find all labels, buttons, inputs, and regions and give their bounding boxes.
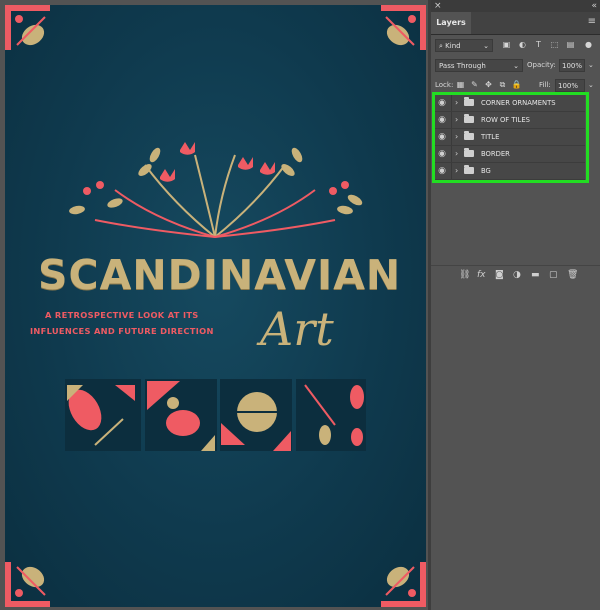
panel-menu-icon[interactable]: ≡: [588, 16, 596, 27]
chevron-down-icon[interactable]: ⌄: [588, 79, 594, 92]
blend-row: Pass Through ⌄ Opacity: 100% ⌄: [431, 58, 600, 74]
panel-titlebar: × «: [431, 0, 600, 12]
fill-label: Fill:: [539, 81, 551, 89]
mask-icon[interactable]: ◙: [495, 270, 504, 280]
corner-ornament-bottom-right: [381, 562, 426, 607]
filter-row: ⌕ Kind ⌄ ▣ ◐ T ⬚ ▤ ●: [431, 38, 600, 54]
filter-kind-select[interactable]: ⌕ Kind ⌄: [435, 39, 493, 52]
panel-tabbar: Layers ≡: [431, 12, 600, 35]
poster-artwork: SCANDINAVIAN A RETROSPECTIVE LOOK AT ITS…: [5, 5, 426, 607]
poster-subtitle-line1: A RETROSPECTIVE LOOK AT ITS: [45, 310, 199, 320]
corner-ornament-top-right: [381, 5, 426, 50]
shape-filter-icon[interactable]: ⬚: [549, 38, 560, 51]
poster-title: SCANDINAVIAN: [38, 251, 402, 299]
opacity-field[interactable]: 100%: [559, 59, 585, 72]
link-icon[interactable]: ⛓: [459, 270, 470, 280]
poster-art-script: Art: [260, 302, 334, 356]
collapse-icon[interactable]: «: [591, 0, 597, 12]
smart-object-filter-icon[interactable]: ▤: [565, 38, 576, 51]
row-of-tiles: [65, 379, 366, 451]
chevron-down-icon: ⌄: [513, 62, 519, 70]
chevron-down-icon: ⌄: [483, 42, 489, 50]
adjustment-icon[interactable]: ◑: [513, 270, 521, 280]
trash-icon[interactable]: 🗑: [567, 270, 578, 280]
lock-pixels-icon[interactable]: ✎: [469, 78, 480, 91]
new-layer-icon[interactable]: ▢: [549, 270, 558, 280]
ornament-graphics: [5, 5, 426, 607]
blend-mode-label: Pass Through: [439, 62, 486, 70]
fx-icon[interactable]: fx: [477, 270, 486, 280]
tab-layers[interactable]: Layers: [431, 12, 471, 34]
chevron-down-icon[interactable]: ⌄: [588, 59, 594, 72]
lock-position-icon[interactable]: ✥: [483, 78, 494, 91]
lock-artboard-icon[interactable]: ⧉: [497, 78, 508, 91]
close-icon[interactable]: ×: [434, 0, 442, 12]
corner-ornament-top-left: [5, 5, 50, 50]
fill-field[interactable]: 100%: [555, 79, 585, 92]
lock-label: Lock:: [435, 81, 454, 89]
filter-kind-label: Kind: [445, 42, 461, 50]
poster-subtitle-line2: INFLUENCES AND FUTURE DIRECTION: [30, 326, 214, 336]
type-filter-icon[interactable]: T: [533, 38, 544, 51]
lock-transparency-icon[interactable]: ▦: [455, 78, 466, 91]
leaves: [69, 147, 363, 215]
panel-bottom-bar: ⛓ fx ◙ ◑ ▬ ▢ 🗑: [431, 265, 600, 288]
filter-toggle-icon[interactable]: ●: [583, 38, 594, 51]
corner-ornament-bottom-left: [5, 562, 50, 607]
pixel-filter-icon[interactable]: ▣: [501, 38, 512, 51]
lock-all-icon[interactable]: 🔒: [511, 78, 522, 91]
selection-highlight: [432, 92, 589, 183]
flowers: [83, 142, 349, 195]
floral-arrangement: [94, 154, 336, 238]
blend-mode-select[interactable]: Pass Through ⌄: [435, 59, 523, 72]
adjustment-filter-icon[interactable]: ◐: [517, 38, 528, 51]
document-canvas[interactable]: SCANDINAVIAN A RETROSPECTIVE LOOK AT ITS…: [0, 0, 428, 610]
opacity-label: Opacity:: [527, 61, 556, 69]
group-icon[interactable]: ▬: [531, 270, 540, 280]
